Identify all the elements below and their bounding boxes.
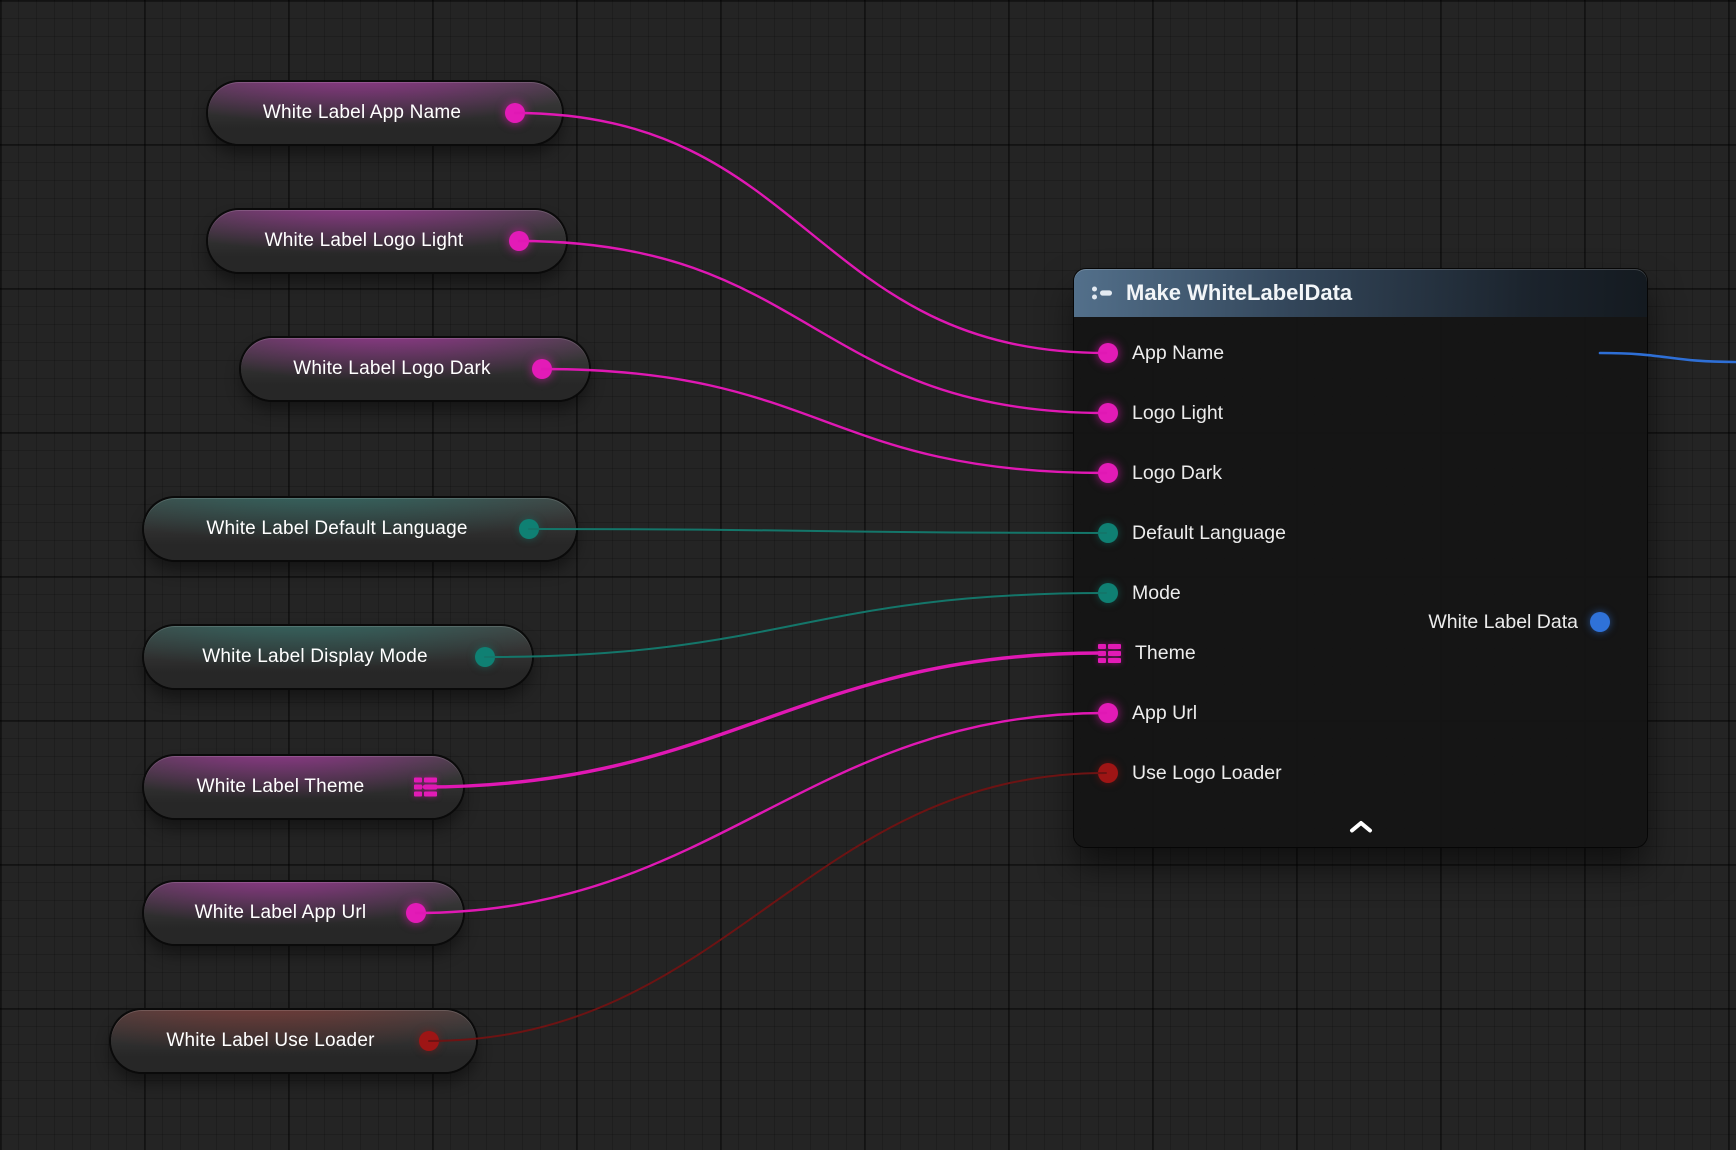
input-pin[interactable]	[1098, 763, 1118, 783]
input-pin-list: App Name Logo Light Logo Dark Default La…	[1074, 317, 1647, 803]
wire[interactable]	[515, 113, 1106, 353]
pin-label: White Label Data	[1428, 611, 1578, 634]
wire[interactable]	[485, 593, 1106, 657]
input-pin[interactable]	[1098, 343, 1118, 363]
output-pin[interactable]	[532, 359, 552, 379]
output-pin[interactable]	[475, 647, 495, 667]
output-pin[interactable]	[1590, 612, 1610, 632]
output-pin[interactable]	[406, 903, 426, 923]
node-label: White Label Theme	[197, 776, 365, 798]
input-row-app-url: App Url	[1074, 683, 1647, 743]
input-row-app-name: App Name	[1074, 323, 1647, 383]
pin-label: Theme	[1135, 642, 1196, 665]
node-label: White Label App Name	[263, 102, 461, 124]
node-white-label-display-mode[interactable]: White Label Display Mode	[144, 626, 532, 688]
output-pin[interactable]	[509, 231, 529, 251]
pin-label: App Name	[1132, 342, 1224, 365]
node-label: White Label Use Loader	[166, 1030, 374, 1052]
node-header[interactable]: Make WhiteLabelData	[1074, 269, 1647, 317]
struct-output-pin[interactable]	[414, 778, 437, 797]
node-label: White Label Logo Dark	[293, 358, 490, 380]
wire[interactable]	[542, 369, 1106, 473]
node-white-label-use-loader[interactable]: White Label Use Loader	[111, 1010, 476, 1072]
input-row-logo-dark: Logo Dark	[1074, 443, 1647, 503]
output-pin[interactable]	[519, 519, 539, 539]
node-white-label-theme[interactable]: White Label Theme	[144, 756, 463, 818]
graph-canvas[interactable]: White Label App Name White Label Logo Li…	[0, 0, 1736, 1150]
wire[interactable]	[416, 713, 1106, 913]
input-row-default-language: Default Language	[1074, 503, 1647, 563]
node-white-label-logo-dark[interactable]: White Label Logo Dark	[241, 338, 589, 400]
pin-label: Logo Dark	[1132, 462, 1222, 485]
wire[interactable]	[519, 241, 1106, 413]
collapse-chevron[interactable]	[1339, 813, 1383, 839]
output-pin[interactable]	[419, 1031, 439, 1051]
input-pin[interactable]	[1098, 463, 1118, 483]
input-pin[interactable]	[1098, 703, 1118, 723]
pin-label: Logo Light	[1132, 402, 1223, 425]
node-white-label-app-url[interactable]: White Label App Url	[144, 882, 463, 944]
pin-label: Default Language	[1132, 522, 1286, 545]
node-white-label-logo-light[interactable]: White Label Logo Light	[208, 210, 566, 272]
input-pin[interactable]	[1098, 403, 1118, 423]
pin-label: App Url	[1132, 702, 1197, 725]
node-label: White Label Display Mode	[202, 646, 428, 668]
node-white-label-app-name[interactable]: White Label App Name	[208, 82, 562, 144]
make-struct-icon	[1090, 283, 1114, 303]
chevron-up-icon	[1349, 820, 1373, 833]
struct-input-pin[interactable]	[1098, 644, 1121, 663]
input-pin[interactable]	[1098, 583, 1118, 603]
node-label: White Label App Url	[195, 902, 367, 924]
input-pin[interactable]	[1098, 523, 1118, 543]
node-label: White Label Default Language	[206, 518, 467, 540]
node-label: White Label Logo Light	[265, 230, 464, 252]
node-white-label-default-language[interactable]: White Label Default Language	[144, 498, 576, 560]
pin-label: Mode	[1132, 582, 1181, 605]
input-row-logo-light: Logo Light	[1074, 383, 1647, 443]
wire[interactable]	[529, 529, 1106, 533]
output-pin[interactable]	[505, 103, 525, 123]
pin-label: Use Logo Loader	[1132, 762, 1282, 785]
output-row-white-label-data: White Label Data	[1428, 592, 1647, 652]
node-title: Make WhiteLabelData	[1126, 280, 1352, 306]
input-row-use-logo-loader: Use Logo Loader	[1074, 743, 1647, 803]
wire[interactable]	[429, 773, 1106, 1041]
node-make-whitelabeldata[interactable]: Make WhiteLabelData App Name Logo Light …	[1074, 269, 1647, 847]
